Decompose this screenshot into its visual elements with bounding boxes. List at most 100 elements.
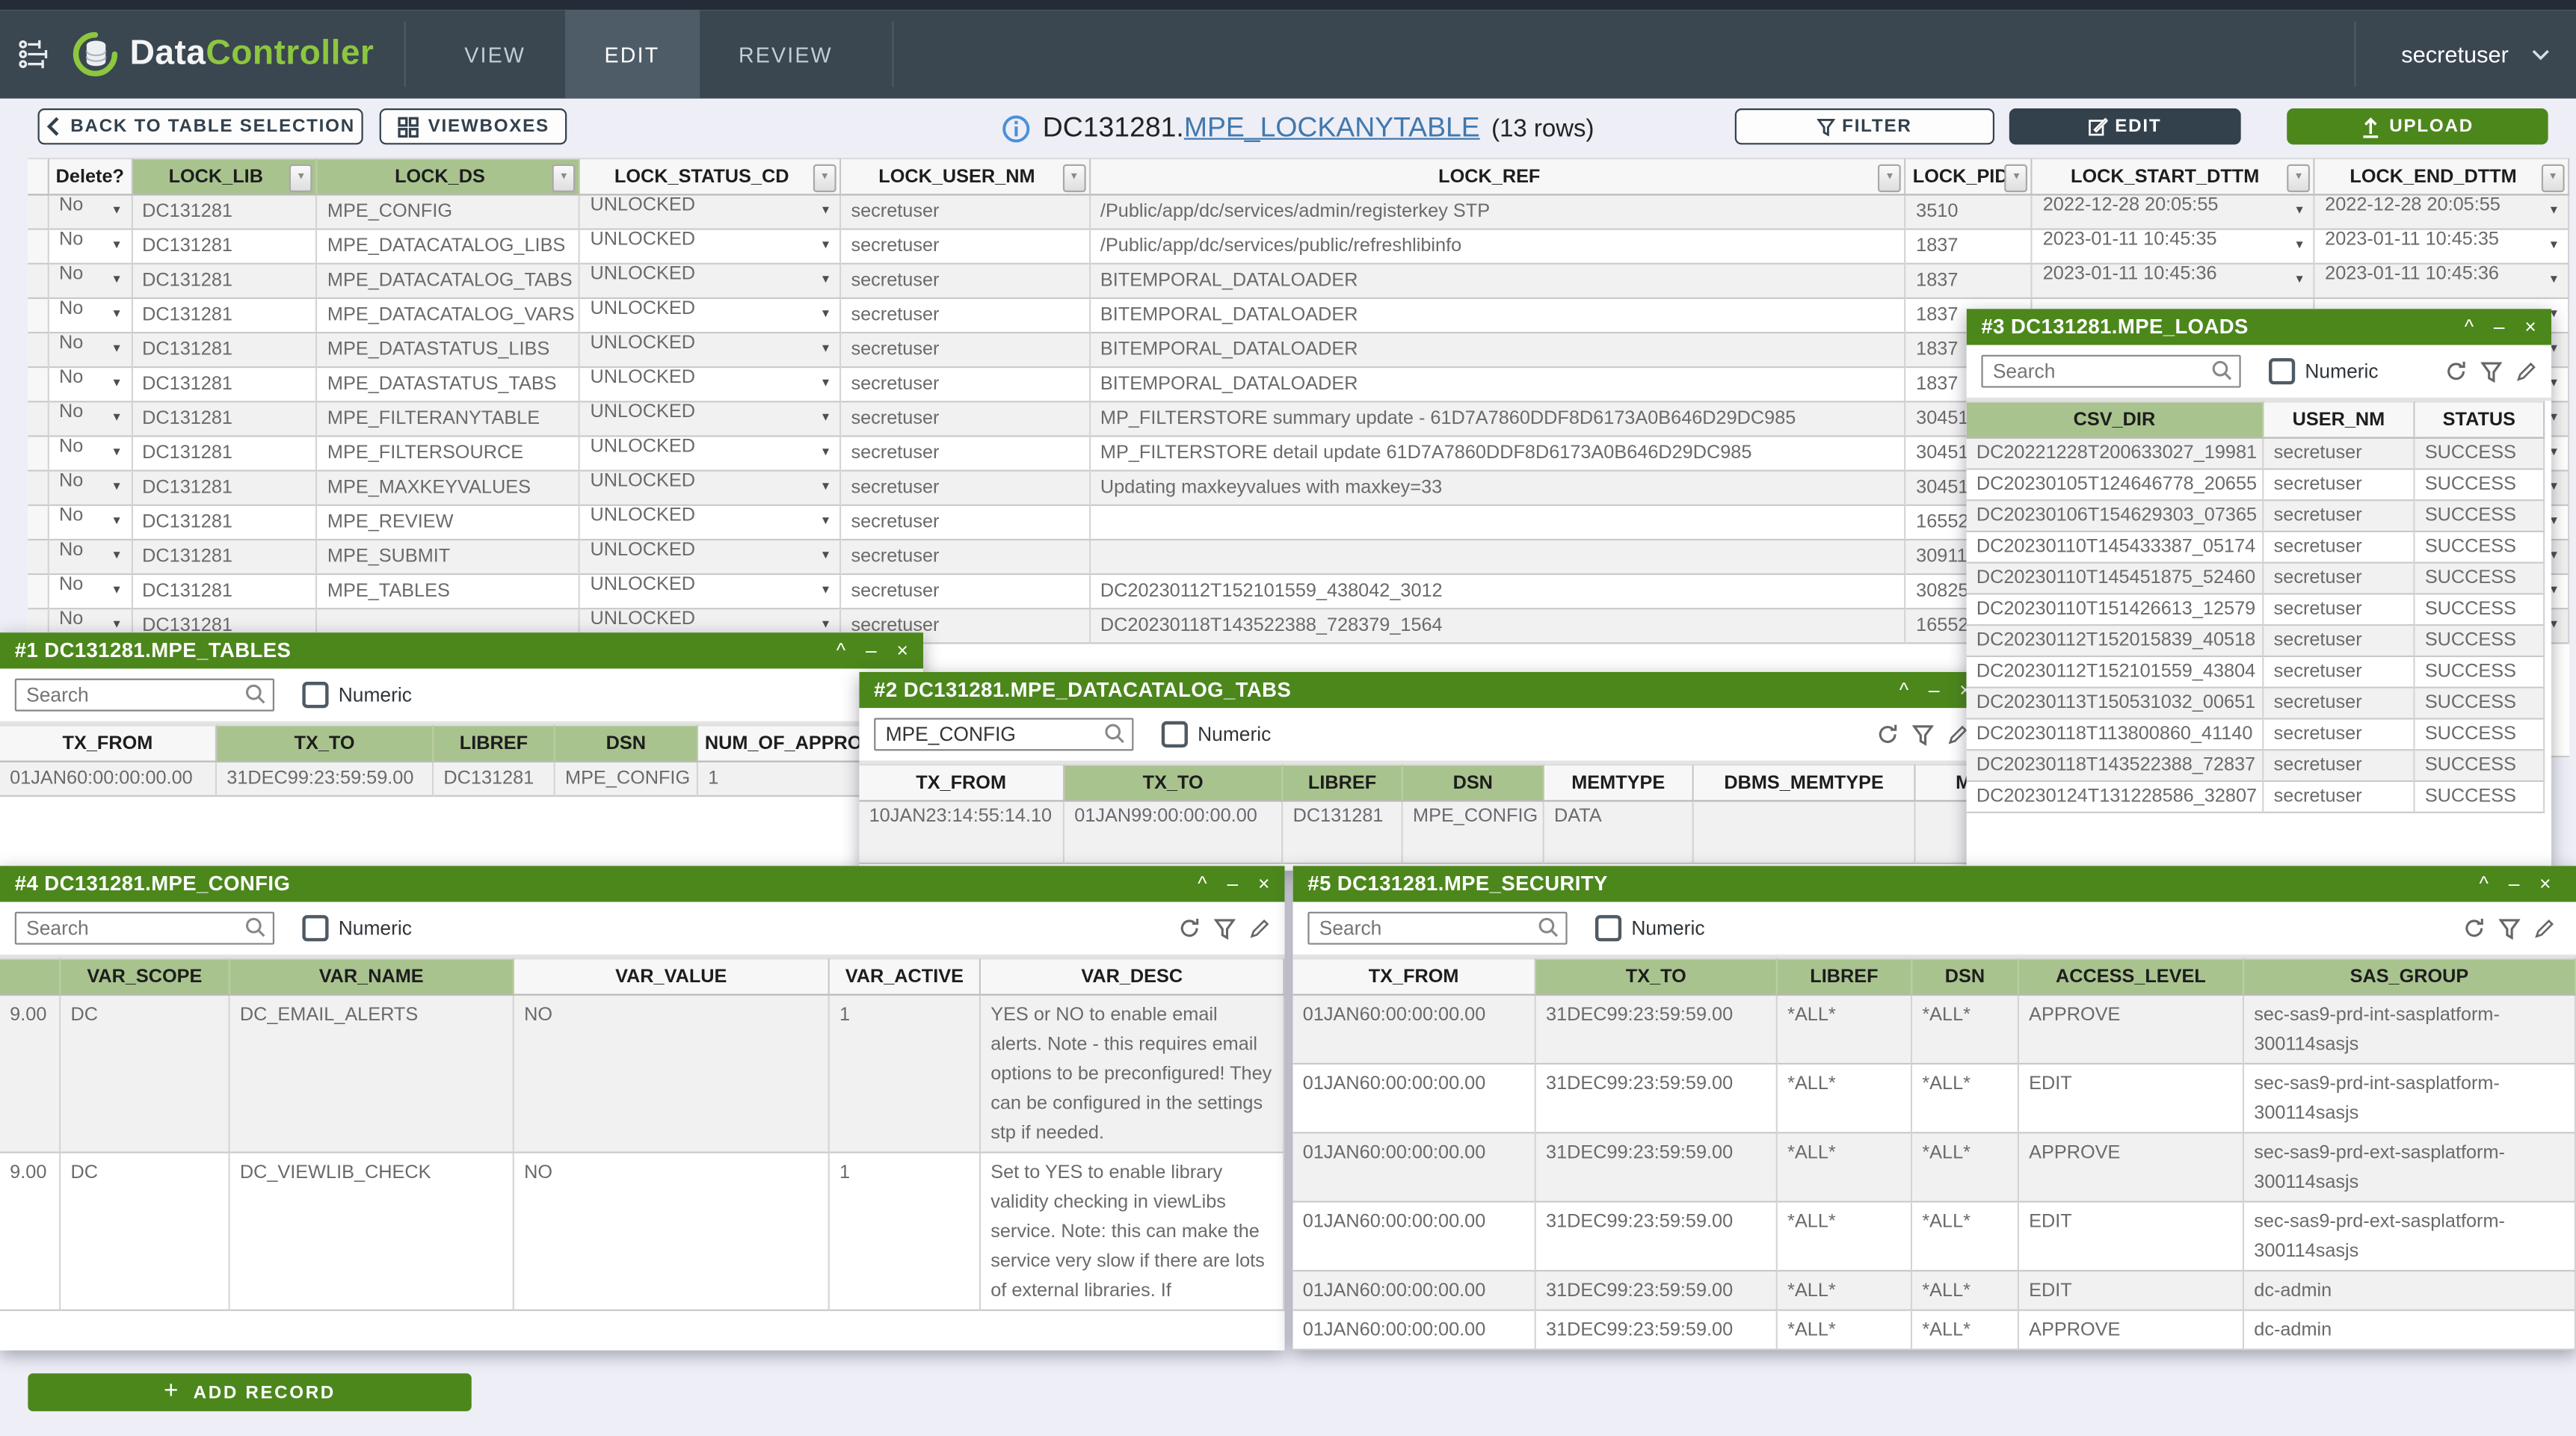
- cell[interactable]: 31DEC99:23:59:59.00: [1536, 1311, 1778, 1351]
- numeric-checkbox[interactable]: [302, 682, 328, 708]
- column-header-dbms-memtype[interactable]: DBMS_MEMTYPE: [1694, 764, 1916, 802]
- cell[interactable]: DC_EMAIL_ALERTS: [230, 996, 514, 1153]
- column-header-lock-ref[interactable]: LOCK_REF▼: [1091, 158, 1906, 196]
- cell[interactable]: 31DEC99:23:59:59.00: [217, 762, 434, 797]
- viewbox-titlebar[interactable]: #2 DC131281.MPE_DATACATALOG_TABS ^–×: [859, 672, 2025, 708]
- cell[interactable]: secretuser: [2264, 532, 2415, 564]
- cell[interactable]: 31DEC99:23:59:59.00: [1536, 1272, 1778, 1311]
- funnel-icon[interactable]: [1214, 917, 1236, 939]
- cell[interactable]: sec-sas9-prd-int-sasplatform-300114sasjs: [2244, 1064, 2576, 1133]
- cell[interactable]: ▼No: [49, 196, 132, 230]
- cell[interactable]: 1: [698, 762, 870, 797]
- cell[interactable]: *ALL*: [1778, 1272, 1912, 1311]
- viewbox-titlebar[interactable]: #1 DC131281.MPE_TABLES ^–×: [0, 632, 923, 668]
- cell[interactable]: SUCCESS: [2415, 532, 2545, 564]
- cell[interactable]: ▼UNLOCKED: [580, 506, 841, 540]
- cell[interactable]: sec-sas9-prd-ext-sasplatform-300114sasjs: [2244, 1133, 2576, 1202]
- cell[interactable]: [28, 230, 49, 265]
- cell[interactable]: MPE_REVIEW: [318, 506, 581, 540]
- cell[interactable]: [28, 402, 49, 437]
- close-icon[interactable]: ×: [2539, 866, 2551, 902]
- cell[interactable]: *ALL*: [1778, 1311, 1912, 1351]
- cell[interactable]: secretuser: [2264, 501, 2415, 532]
- cell[interactable]: MPE_FILTERANYTABLE: [318, 402, 581, 437]
- column-filter-icon[interactable]: ▼: [2005, 164, 2028, 192]
- cell[interactable]: 01JAN99:00:00:00.00: [1064, 801, 1283, 864]
- column-filter-icon[interactable]: ▼: [813, 164, 836, 192]
- viewbox-titlebar[interactable]: #4 DC131281.MPE_CONFIG ^–×: [0, 866, 1285, 902]
- cell[interactable]: ▼No: [49, 230, 132, 265]
- viewbox-titlebar[interactable]: #3 DC131281.MPE_LOADS ^–×: [1967, 309, 2551, 345]
- column-header-delete-[interactable]: Delete?: [49, 158, 132, 196]
- minimize-icon[interactable]: –: [1929, 672, 1940, 708]
- cell[interactable]: ▼2022-12-28 20:05:55: [2315, 196, 2569, 230]
- cell[interactable]: EDIT: [2019, 1064, 2244, 1133]
- cell[interactable]: secretuser: [841, 472, 1090, 506]
- column-header-status[interactable]: STATUS: [2415, 401, 2545, 439]
- tree-menu-icon[interactable]: [13, 33, 56, 76]
- cell[interactable]: ▼No: [49, 265, 132, 299]
- column-header-tx-to[interactable]: TX_TO: [1064, 764, 1283, 802]
- collapse-icon[interactable]: ^: [2465, 309, 2474, 345]
- column-header-tx-from[interactable]: TX_FROM: [0, 724, 217, 762]
- cell[interactable]: MPE_MAXKEYVALUES: [318, 472, 581, 506]
- column-header-lock-user-nm[interactable]: LOCK_USER_NM▼: [841, 158, 1090, 196]
- cell[interactable]: DATA: [1544, 801, 1694, 864]
- cell[interactable]: DC131281: [132, 437, 318, 472]
- cell[interactable]: secretuser: [2264, 751, 2415, 782]
- cell[interactable]: *ALL*: [1912, 1133, 2019, 1202]
- cell[interactable]: secretuser: [841, 333, 1090, 368]
- cell[interactable]: ▼UNLOCKED: [580, 265, 841, 299]
- cell[interactable]: NO: [514, 996, 830, 1153]
- cell[interactable]: DC131281: [132, 368, 318, 402]
- column-header-dsn[interactable]: DSN: [1912, 958, 2019, 996]
- column-header-tx-from[interactable]: TX_FROM: [1293, 958, 1536, 996]
- add-record-button[interactable]: + ADD RECORD: [28, 1373, 471, 1411]
- cell[interactable]: secretuser: [841, 437, 1090, 472]
- cell[interactable]: DC20230113T150531032_00651: [1967, 688, 2264, 720]
- cell[interactable]: dc-admin: [2244, 1311, 2576, 1351]
- back-to-table-selection-button[interactable]: BACK TO TABLE SELECTION: [38, 108, 363, 144]
- cell[interactable]: MPE_DATACATALOG_LIBS: [318, 230, 581, 265]
- cell[interactable]: [28, 575, 49, 609]
- cell[interactable]: sec-sas9-prd-ext-sasplatform-300114sasjs: [2244, 1203, 2576, 1272]
- cell[interactable]: DC131281: [132, 196, 318, 230]
- cell[interactable]: secretuser: [841, 230, 1090, 265]
- cell[interactable]: ▼UNLOCKED: [580, 575, 841, 609]
- cell[interactable]: *ALL*: [1912, 1203, 2019, 1272]
- column-filter-icon[interactable]: ▼: [1879, 164, 1902, 192]
- cell[interactable]: 01JAN60:00:00:00.00: [1293, 1311, 1536, 1351]
- close-icon[interactable]: ×: [896, 632, 908, 668]
- cell[interactable]: [1091, 540, 1906, 575]
- cell[interactable]: *ALL*: [1912, 996, 2019, 1064]
- cell[interactable]: BITEMPORAL_DATALOADER: [1091, 368, 1906, 402]
- cell[interactable]: ▼No: [49, 540, 132, 575]
- cell[interactable]: ▼UNLOCKED: [580, 540, 841, 575]
- cell[interactable]: secretuser: [2264, 657, 2415, 688]
- cell[interactable]: DC_VIEWLIB_CHECK: [230, 1153, 514, 1311]
- cell[interactable]: secretuser: [2264, 626, 2415, 657]
- cell[interactable]: [28, 540, 49, 575]
- cell[interactable]: ▼UNLOCKED: [580, 437, 841, 472]
- cell[interactable]: 01JAN60:00:00:00.00: [1293, 1133, 1536, 1202]
- cell[interactable]: MPE_DATACATALOG_VARS: [318, 299, 581, 333]
- cell[interactable]: [28, 368, 49, 402]
- cell[interactable]: /Public/app/dc/services/public/refreshli…: [1091, 230, 1906, 265]
- cell[interactable]: [28, 506, 49, 540]
- cell[interactable]: [1694, 801, 1916, 864]
- cell[interactable]: YES or NO to enable email alerts. Note -…: [981, 996, 1285, 1153]
- cell[interactable]: DC20230112T152101559_438042_3012: [1091, 575, 1906, 609]
- numeric-checkbox[interactable]: [2269, 358, 2295, 384]
- cell[interactable]: 31DEC99:23:59:59.00: [1536, 996, 1778, 1064]
- column-header-libref[interactable]: LIBREF: [434, 724, 555, 762]
- column-header-lock-ds[interactable]: LOCK_DS▼: [318, 158, 581, 196]
- numeric-checkbox[interactable]: [302, 915, 328, 941]
- cell[interactable]: APPROVE: [2019, 1311, 2244, 1351]
- cell[interactable]: DC20230110T151426613_12579: [1967, 595, 2264, 626]
- search-input[interactable]: [1307, 912, 1567, 945]
- cell[interactable]: MPE_CONFIG: [1403, 801, 1544, 864]
- column-header-lock-start-dttm[interactable]: LOCK_START_DTTM▼: [2033, 158, 2315, 196]
- cell[interactable]: ▼2023-01-11 10:45:36: [2315, 265, 2569, 299]
- cell[interactable]: secretuser: [841, 196, 1090, 230]
- search-input[interactable]: [15, 912, 274, 945]
